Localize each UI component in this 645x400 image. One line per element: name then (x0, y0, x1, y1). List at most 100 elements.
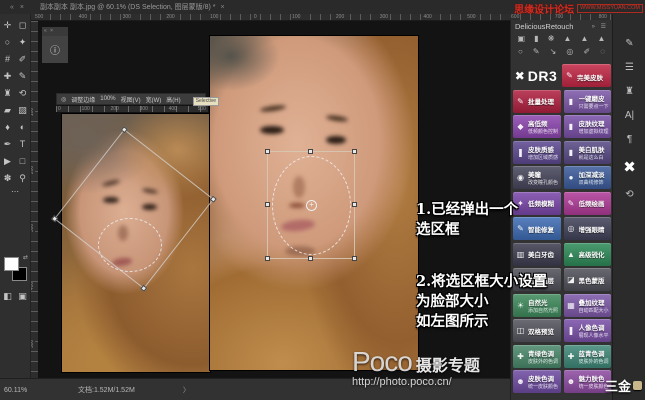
more-tools-icon[interactable]: ⋯ (0, 187, 30, 196)
button-加深减淡[interactable]: ●加深减淡双曲线修饰 (564, 166, 612, 189)
button-魅力肤色[interactable]: ☻魅力肤色统一皮肤颜色 (564, 370, 612, 393)
transform-handle[interactable] (265, 202, 270, 207)
zoom-tool-icon[interactable]: ⚲ (16, 172, 29, 185)
quick-select-tool-icon[interactable]: ✦ (16, 36, 29, 49)
button-黑色蒙版[interactable]: ◪黑色蒙版 (564, 268, 612, 291)
splat-icon[interactable]: ❋ (548, 34, 555, 43)
eraser-tool-icon[interactable]: ▰ (1, 104, 14, 117)
transform-handle[interactable] (308, 256, 313, 261)
options-bar-item[interactable]: 100% (100, 96, 115, 102)
mini-ruler: 0100200300400500 (56, 106, 208, 112)
button-高低频[interactable]: ◆高低频低频颜色控制 (513, 115, 561, 138)
status-popup-arrow[interactable]: 〉 (183, 385, 190, 395)
button-皮肤色调[interactable]: ☻皮肤色调统一皮肤颜色 (513, 370, 561, 393)
poco-title: 摄影专题 (416, 352, 480, 376)
face-selection-ellipse-left[interactable] (98, 218, 162, 272)
transform-handle[interactable] (352, 149, 357, 154)
brush-tool-icon[interactable]: ✎ (16, 70, 29, 83)
screen-mode-icon[interactable]: ▣ (16, 290, 29, 303)
type-tool-icon[interactable]: T (16, 138, 29, 151)
document-tab-title[interactable]: 副本副本 副本.jpg @ 60.1% (DS Selection, 图层蒙版/… (40, 2, 216, 12)
dr-tool-icons-row1: ▣ ▮ ❋ ▲ ▲ ▲ (511, 32, 612, 45)
swap-colors-icon[interactable]: ⇄ (23, 254, 28, 261)
options-bar-item[interactable]: 调整边缘 (71, 95, 95, 104)
info-icon[interactable]: ⓘ (50, 42, 60, 57)
button-美白肌肤[interactable]: ▮美白肌肤就是这么白 (564, 141, 612, 164)
button-perfect-skin[interactable]: ✎ 完美皮肤 (562, 64, 611, 87)
options-bar-item[interactable]: 高(H) (166, 95, 180, 104)
button-icon: ✚ (567, 352, 576, 361)
tab-scroll-controls[interactable]: « × (10, 4, 26, 11)
transform-handle[interactable] (352, 202, 357, 207)
button-皮肤纹理[interactable]: ▮皮肤纹理增加虚拟纹理 (564, 115, 612, 138)
hand-tool-icon[interactable]: ✽ (1, 172, 14, 185)
options-bar-item[interactable]: 宽(W) (146, 95, 162, 104)
transform-handle[interactable] (308, 149, 313, 154)
button-批量处理[interactable]: ✎批量处理 (513, 90, 561, 113)
dr-tool-icons-row2: ○ ✎ ↘ ◎ ✐ ◌ (511, 45, 612, 58)
button-蓝青色调[interactable]: ✚蓝青色调皮肤外的色调 (564, 345, 612, 368)
paint-icon[interactable]: ✎ (533, 47, 540, 56)
blur-tool-icon[interactable]: ♦ (1, 121, 14, 134)
history-brush-tool-icon[interactable]: ⟲ (16, 87, 29, 100)
history-panel-icon[interactable]: ⟲ (625, 189, 633, 200)
transform-handle[interactable] (352, 256, 357, 261)
character-panel-icon[interactable]: A| (625, 110, 634, 121)
options-bar-item[interactable]: 视图(V) (121, 95, 141, 104)
pen-icon[interactable]: ✐ (583, 47, 590, 56)
pen-tool-icon[interactable]: ✒ (1, 138, 14, 151)
adjustments-panel-icon[interactable]: ☰ (625, 62, 634, 73)
gradient-tool-icon[interactable]: ▨ (16, 104, 29, 117)
quick-mask-icon[interactable]: ◧ (1, 290, 14, 303)
button-subtitle: 增加区域质感 (528, 154, 558, 161)
paragraph-panel-icon[interactable]: ¶ (627, 134, 632, 145)
rect-icon[interactable]: ▮ (534, 34, 538, 43)
zoom-level-field[interactable]: 60.11% (4, 387, 64, 394)
right-brow-left (260, 104, 286, 113)
transform-icon[interactable]: ▣ (518, 34, 526, 43)
eyedropper-tool-icon[interactable]: ✐ (16, 53, 29, 66)
shape-tool-icon[interactable]: □ (16, 155, 29, 168)
dr-menu-icon[interactable]: ☰ (601, 24, 608, 30)
tab-close-icon[interactable]: × (220, 4, 224, 11)
move-tool-icon[interactable]: ✛ (1, 19, 14, 32)
dr3-logo-text: DR3 (528, 68, 558, 84)
transform-handle[interactable] (265, 149, 270, 154)
ellipse-icon[interactable]: ○ (518, 47, 523, 56)
right-panel-dock: ✎ ☰ ♜ A| ¶ ✖ ⟲ (612, 14, 645, 400)
transform-handle[interactable] (265, 256, 270, 261)
brush-panel-icon[interactable]: ✎ (625, 38, 633, 49)
button-皮肤质感[interactable]: ❚皮肤质感增加区域质感 (513, 141, 561, 164)
marquee-tool-icon[interactable]: ◻ (16, 19, 29, 32)
button-一键磨皮[interactable]: ▮一键磨皮只需要点一下 (564, 90, 612, 113)
button-叠加纹理[interactable]: ▦叠加纹理自动匹配大小 (564, 294, 612, 317)
dr-collapse-icon[interactable]: » (592, 24, 597, 30)
brushtip-1-icon[interactable]: ▲ (564, 34, 572, 43)
dodge-tool-icon[interactable]: ◐ (16, 121, 29, 134)
button-icon: ◪ (567, 275, 576, 284)
clone-stamp-tool-icon[interactable]: ♜ (1, 87, 14, 100)
button-高级锐化[interactable]: ▲高级锐化 (564, 243, 612, 266)
dr-tools-panel-icon[interactable]: ✖ (623, 158, 636, 176)
button-增强眼睛[interactable]: ◎增强眼睛 (564, 217, 612, 240)
dotted-circle-icon[interactable]: ◌ (600, 47, 605, 56)
brushtip-2-icon[interactable]: ▲ (581, 34, 589, 43)
dr-button-row: ◆高低频低频颜色控制▮皮肤纹理增加虚拟纹理 (513, 115, 611, 138)
target-icon[interactable]: ◎ (566, 47, 573, 56)
path-select-tool-icon[interactable]: ▶ (1, 155, 14, 168)
crop-tool-icon[interactable]: # (1, 53, 14, 66)
foreground-color-swatch[interactable] (4, 257, 19, 271)
lasso-tool-icon[interactable]: ○ (1, 36, 14, 49)
face-selection-ellipse-right[interactable] (272, 156, 351, 255)
brushtip-3-icon[interactable]: ▲ (598, 34, 606, 43)
button-icon: ✚ (516, 352, 525, 361)
button-subtitle: 皮肤外的色调 (579, 358, 609, 365)
info-panel-header[interactable]: « × (42, 27, 68, 36)
button-人像色调[interactable]: ❚人像色调展现人像水平 (564, 319, 612, 342)
button-低频绘画[interactable]: ✎低频绘画 (564, 192, 612, 215)
corner-watermark: 三金 (605, 376, 642, 395)
arrow-icon[interactable]: ↘ (550, 47, 557, 56)
clone-source-panel-icon[interactable]: ♜ (625, 86, 634, 97)
healing-brush-tool-icon[interactable]: ✚ (1, 70, 14, 83)
options-bar-item[interactable]: ◎ (61, 96, 66, 103)
